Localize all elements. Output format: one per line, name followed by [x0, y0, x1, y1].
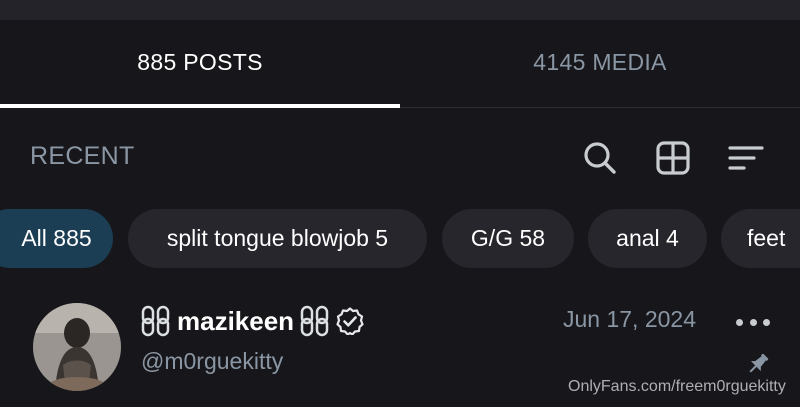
watermark: OnlyFans.com/freem0rguekitty [568, 378, 786, 395]
chain-icon [300, 305, 329, 337]
active-tab-indicator [0, 104, 400, 108]
username-handle[interactable]: @m0rguekitty [141, 348, 283, 375]
chain-icon [141, 305, 170, 337]
grid-icon [656, 141, 690, 175]
more-dot [736, 318, 743, 326]
display-name-row[interactable]: mazikeen [141, 304, 364, 338]
more-dot [763, 318, 770, 326]
display-name[interactable]: mazikeen [177, 306, 294, 337]
search-button[interactable] [580, 138, 620, 178]
sort-icon [728, 146, 764, 170]
more-options-button[interactable] [736, 310, 770, 334]
tab-media[interactable]: 4145 MEDIA [400, 20, 800, 104]
chip-split-tongue-blowjob[interactable]: split tongue blowjob 5 [128, 209, 427, 268]
chip-anal[interactable]: anal 4 [588, 209, 707, 268]
chip-feet[interactable]: feet [721, 209, 800, 268]
chip-all[interactable]: All 885 [0, 209, 113, 268]
top-bar [0, 0, 800, 20]
profile-tabs: 885 POSTS 4145 MEDIA [0, 20, 800, 108]
search-icon [584, 142, 616, 174]
chip-g-g[interactable]: G/G 58 [442, 209, 574, 268]
pin-icon [749, 353, 769, 373]
grid-view-button[interactable] [653, 138, 693, 178]
verified-badge-icon [336, 307, 364, 335]
tab-posts[interactable]: 885 POSTS [0, 20, 400, 104]
avatar[interactable] [33, 303, 121, 391]
section-title: RECENT [30, 142, 135, 170]
avatar-image [33, 303, 121, 391]
post-date: Jun 17, 2024 [563, 306, 697, 332]
sort-button[interactable] [726, 138, 766, 178]
filter-chips: All 885 split tongue blowjob 5 G/G 58 an… [0, 209, 800, 268]
more-dot [749, 318, 757, 326]
